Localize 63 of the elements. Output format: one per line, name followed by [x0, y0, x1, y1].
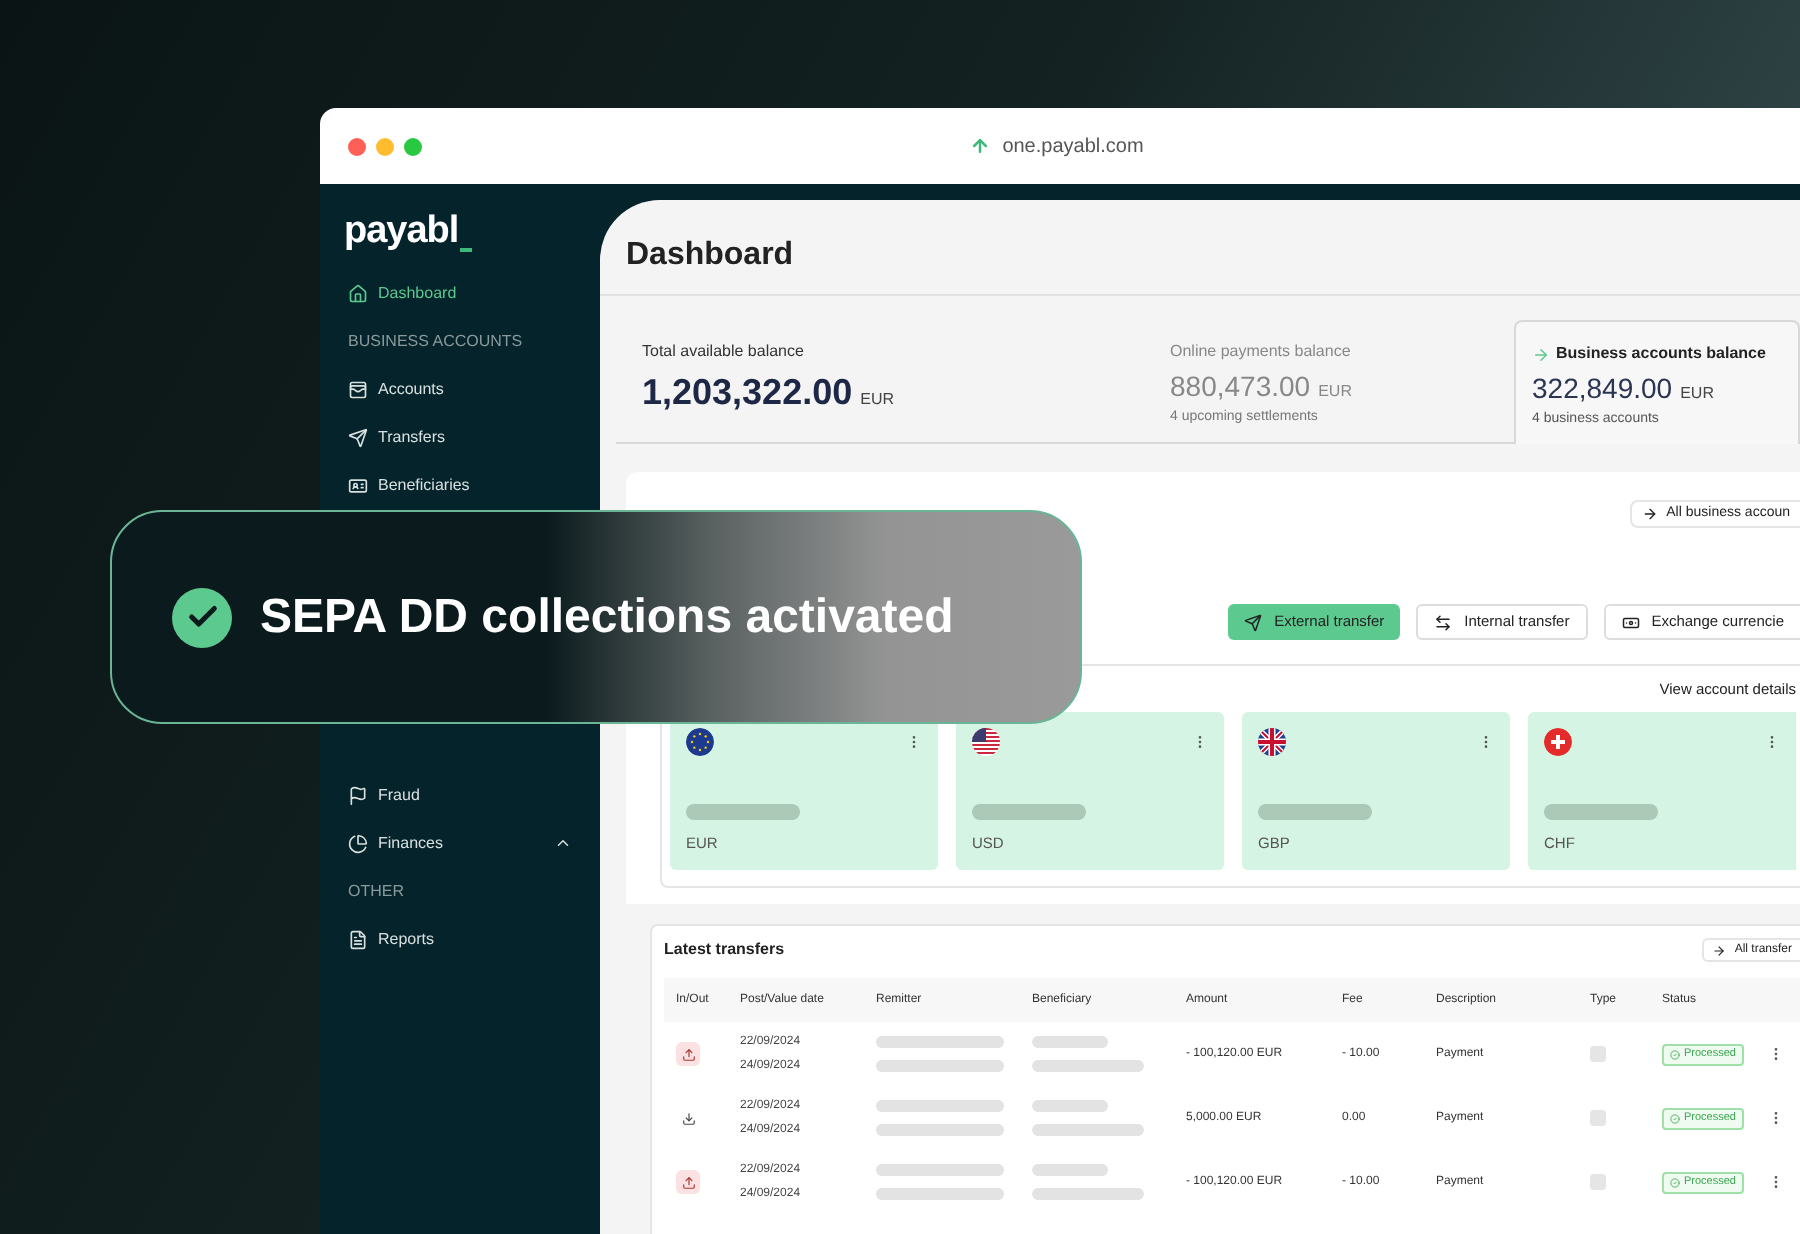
sidebar-item-icon — [348, 929, 368, 949]
sidebar-item[interactable]: Beneficiaries — [344, 461, 576, 509]
loading-placeholder — [876, 1060, 1004, 1073]
uk-flag-icon — [1258, 728, 1286, 757]
page-title: Dashboard — [626, 235, 794, 275]
balance-label: Business accounts balance — [1556, 342, 1766, 366]
type-icon — [1590, 1046, 1606, 1063]
chevron-up-icon[interactable] — [554, 834, 572, 852]
currency-label: EUR — [860, 388, 894, 412]
loading-placeholder — [1032, 1100, 1108, 1113]
sidebar-section-label: BUSINESS ACCOUNTS — [346, 329, 525, 353]
loading-placeholder — [876, 1100, 1004, 1113]
sidebar-item-icon — [348, 833, 368, 853]
balance-amount: 880,473.00 — [1170, 368, 1311, 406]
sidebar-item[interactable]: Finances — [344, 819, 576, 867]
currency-label: EUR — [1318, 380, 1352, 404]
sidebar-item-icon — [348, 475, 368, 495]
balance-label: Total available balance — [642, 340, 804, 364]
loading-placeholder — [876, 1124, 1004, 1137]
logo-accent-icon — [460, 247, 473, 251]
sidebar-item[interactable]: Transfers — [344, 413, 576, 461]
loading-placeholder — [1032, 1060, 1144, 1073]
action-icon — [1244, 613, 1263, 631]
loading-placeholder — [1032, 1036, 1108, 1049]
arrow-right-icon — [1642, 506, 1659, 522]
arrow-right-icon — [1532, 345, 1550, 363]
swiss-flag-icon — [1544, 728, 1572, 757]
loading-placeholder — [1032, 1124, 1144, 1137]
us-flag-icon — [972, 728, 1000, 757]
loading-placeholder — [876, 1188, 1004, 1201]
action-icon — [1434, 613, 1453, 631]
balance-amount: 322,849.00 — [1532, 370, 1673, 408]
loading-placeholder — [1032, 1188, 1144, 1201]
action-icon — [1621, 613, 1640, 631]
eu-flag-icon — [686, 728, 714, 757]
type-icon — [1590, 1174, 1606, 1191]
sidebar-item[interactable]: Reports — [344, 915, 576, 963]
sidebar-item-icon — [348, 379, 368, 399]
toast-message: SEPA DD collections activated — [260, 587, 954, 647]
loading-placeholder — [1032, 1164, 1108, 1177]
balance-tab[interactable]: Total available balance 1,203,322.00 EUR — [616, 320, 1150, 444]
sidebar-item-icon — [348, 427, 368, 447]
type-icon — [1590, 1110, 1606, 1127]
balance-label: Online payments balance — [1170, 340, 1351, 364]
sidebar-item-icon — [348, 283, 368, 303]
loading-placeholder — [1258, 804, 1372, 820]
loading-placeholder — [686, 804, 800, 820]
sidebar-section-label: OTHER — [346, 879, 406, 903]
address-bar-url[interactable]: one.payabl.com — [1002, 131, 1144, 161]
balance-amount: 1,203,322.00 — [642, 370, 853, 416]
loading-placeholder — [1544, 804, 1658, 820]
sidebar-item[interactable]: Dashboard — [344, 269, 576, 317]
arrow-right-icon — [1712, 943, 1727, 958]
loading-placeholder — [972, 804, 1086, 820]
loading-placeholder — [876, 1036, 1004, 1049]
sidebar-item-icon — [348, 785, 368, 805]
sidebar-item[interactable]: Accounts — [344, 365, 576, 413]
section-title: Latest transfers — [664, 938, 785, 963]
loading-placeholder — [876, 1164, 1004, 1177]
arrow-up-icon — [970, 136, 991, 156]
sidebar-item[interactable]: Fraud — [344, 771, 576, 819]
currency-label: EUR — [1680, 382, 1714, 406]
logo-text[interactable]: payabl — [344, 204, 459, 261]
